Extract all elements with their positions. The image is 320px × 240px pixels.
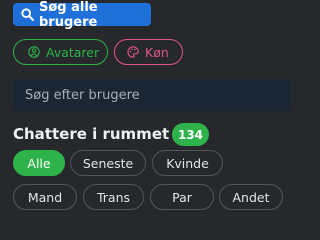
filter-man[interactable]: Mand xyxy=(13,184,77,210)
user-panel: Søg alle brugere Avatarer Køn Chattere i… xyxy=(0,0,309,218)
gender-label: Køn xyxy=(145,44,169,60)
search-icon xyxy=(21,8,34,21)
filter-trans[interactable]: Trans xyxy=(83,184,144,210)
palette-icon xyxy=(127,46,139,58)
search-users-input[interactable] xyxy=(13,79,291,111)
search-all-users-button[interactable]: Søg alle brugere xyxy=(13,0,151,30)
avatars-label: Avatarer xyxy=(46,44,100,60)
avatars-button[interactable]: Avatarer xyxy=(13,39,108,65)
user-circle-icon xyxy=(28,46,40,58)
room-users-title: Chattere i rummet xyxy=(13,125,170,143)
gender-button[interactable]: Køn xyxy=(114,39,183,65)
filter-woman[interactable]: Kvinde xyxy=(152,150,223,176)
filter-other[interactable]: Andet xyxy=(219,184,283,210)
user-count-badge: 134 xyxy=(172,123,209,146)
search-all-users-label: Søg alle brugere xyxy=(39,0,98,30)
filter-latest[interactable]: Seneste xyxy=(70,150,146,176)
filter-couple[interactable]: Par xyxy=(150,184,214,210)
filter-all[interactable]: Alle xyxy=(13,150,65,176)
